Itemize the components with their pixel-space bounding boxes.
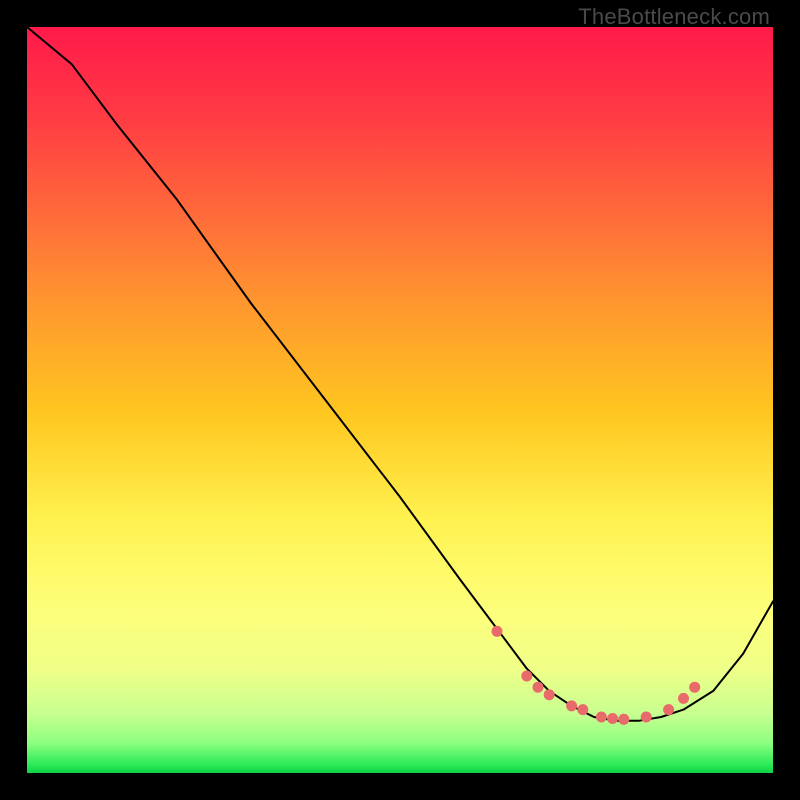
- trough-dot: [678, 693, 689, 704]
- chart-frame: [27, 27, 773, 773]
- trough-dot: [566, 700, 577, 711]
- trough-dot: [521, 671, 532, 682]
- trough-dot: [533, 682, 544, 693]
- trough-dot: [641, 712, 652, 723]
- trough-dot: [607, 713, 618, 724]
- trough-dot: [596, 712, 607, 723]
- watermark-text: TheBottleneck.com: [578, 4, 770, 30]
- bottleneck-curve: [27, 27, 773, 721]
- trough-markers: [492, 626, 701, 725]
- trough-dot: [689, 682, 700, 693]
- trough-dot: [544, 689, 555, 700]
- trough-dot: [618, 714, 629, 725]
- trough-dot: [577, 704, 588, 715]
- trough-dot: [663, 704, 674, 715]
- chart-svg: [27, 27, 773, 773]
- trough-dot: [492, 626, 503, 637]
